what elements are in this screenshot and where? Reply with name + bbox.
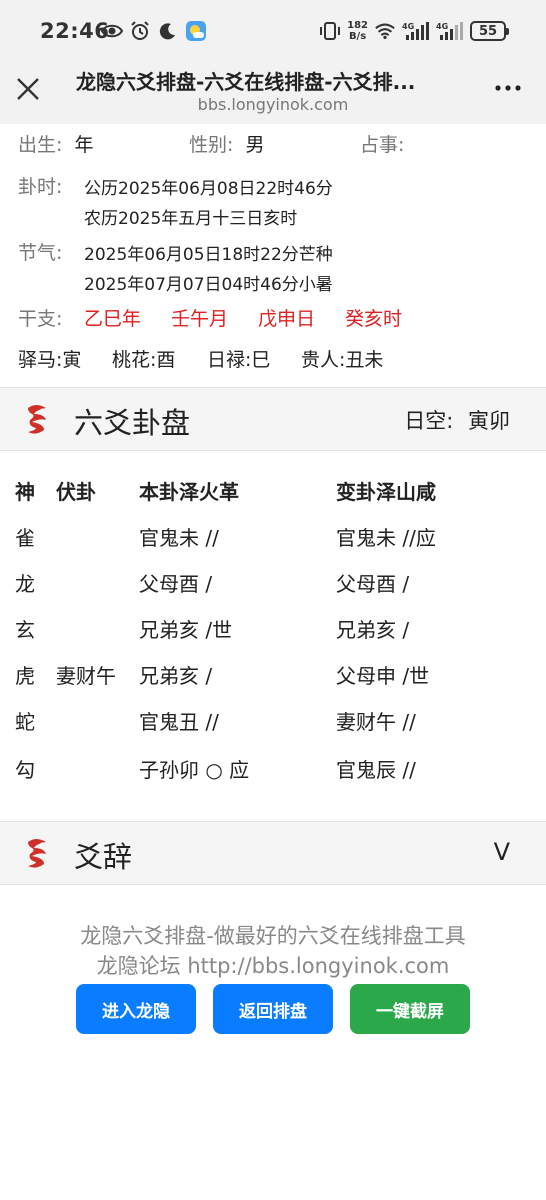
status-time: 22:46 (40, 19, 110, 43)
footer-site: 龙隐论坛 http://bbs.longyinok.com (96, 954, 450, 978)
cell-bengua: 子孙卯 ○ 应 (139, 758, 250, 782)
section-gua-header: 六爻卦盘 日空: 寅卯 (0, 387, 546, 451)
shensha-yima: 驿马:寅 (18, 349, 82, 371)
network-speed: 182 B/s (347, 20, 368, 42)
header-biangua: 变卦泽山咸 (336, 480, 436, 504)
table-row: 玄 兄弟亥 /世 兄弟亥 / (0, 614, 546, 660)
page-url: bbs.longyinok.com (197, 95, 349, 114)
matter-label: 占事: (360, 134, 405, 156)
ganzhi-hour: 癸亥时 (345, 308, 403, 330)
cell-biangua: 兄弟亥 / (336, 618, 410, 642)
dragon-logo-icon (22, 402, 52, 438)
net-speed-value: 182 (347, 20, 368, 31)
cell-bengua: 兄弟亥 /世 (139, 618, 233, 642)
birth-row: 出生: 年 (18, 130, 93, 157)
status-bar: 22:46 182 B/s 4G 4G 55 (0, 0, 546, 62)
cell-bengua: 父母酉 / (139, 572, 213, 596)
signal-4g-icon: 4G (436, 20, 464, 42)
wifi-icon (374, 20, 396, 42)
table-row: 龙 父母酉 / 父母酉 / (0, 568, 546, 614)
status-icons-left (101, 20, 207, 42)
cell-shen: 玄 (15, 618, 35, 642)
weather-app-icon (185, 20, 207, 42)
more-button[interactable] (494, 78, 522, 98)
footer-slogan: 龙隐六爻排盘-做最好的六爻在线排盘工具 (80, 924, 466, 948)
eye-icon (101, 20, 123, 42)
table-header: 神 伏卦 本卦泽火革 变卦泽山咸 (0, 476, 546, 522)
table-row: 勾 子孙卯 ○ 应 官鬼辰 // (0, 754, 546, 800)
jieqi-2: 2025年07月07日04时46分小暑 (84, 275, 333, 295)
header-shen: 神 (15, 480, 35, 504)
ganzhi-year: 乙巳年 (84, 308, 142, 330)
cell-fugua: 妻财午 (56, 664, 116, 688)
signal-4g-icon: 4G (402, 20, 430, 42)
section-yaoci-title: 爻辞 (74, 840, 133, 874)
cell-shen: 虎 (15, 664, 35, 688)
gua-time-solar: 公历2025年06月08日22时46分 (84, 179, 333, 199)
browser-toolbar: 龙隐六爻排盘-六爻在线排盘-六爻排... bbs.longyinok.com (0, 62, 546, 124)
gender-value: 男 (245, 134, 265, 156)
back-to-paipan-button[interactable]: 返回排盘 (213, 984, 333, 1034)
rikong: 日空: 寅卯 (404, 405, 510, 435)
gua-time-lunar: 农历2025年五月十三日亥时 (84, 209, 298, 229)
cell-shen: 龙 (15, 572, 35, 596)
moon-icon (157, 20, 179, 42)
gua-time-label: 卦时: (18, 176, 63, 198)
ganzhi-month: 壬午月 (171, 308, 229, 330)
birth-label: 出生: (18, 134, 63, 156)
page-title: 龙隐六爻排盘-六爻在线排盘-六爻排... (76, 70, 416, 94)
section-gua-title: 六爻卦盘 (74, 406, 191, 440)
svg-text:4G: 4G (436, 22, 448, 31)
net-speed-unit: B/s (348, 31, 367, 42)
matter-row: 占事: (360, 130, 404, 157)
battery-indicator: 55 (470, 21, 509, 41)
shensha-guiren: 贵人:丑未 (301, 349, 384, 371)
cell-shen: 勾 (15, 758, 35, 782)
birth-value: 年 (74, 134, 94, 156)
ganzhi-day: 戊申日 (258, 308, 316, 330)
cell-biangua: 父母申 /世 (336, 664, 430, 688)
cell-biangua: 官鬼辰 // (336, 758, 416, 782)
dragon-logo-icon (22, 836, 52, 872)
chevron-down-icon[interactable]: V (494, 838, 510, 866)
cell-biangua: 父母酉 / (336, 572, 410, 596)
table-row: 蛇 官鬼丑 // 妻财午 // (0, 706, 546, 752)
jieqi-label: 节气: (18, 242, 63, 264)
ganzhi-label: 干支: (18, 308, 63, 330)
table-row: 虎 妻财午 兄弟亥 / 父母申 /世 (0, 660, 546, 706)
header-bengua: 本卦泽火革 (139, 480, 239, 504)
table-row: 雀 官鬼未 // 官鬼未 //应 (0, 522, 546, 568)
status-icons-right: 182 B/s 4G 4G 55 (319, 20, 509, 42)
cell-biangua: 官鬼未 //应 (336, 526, 436, 550)
cell-biangua: 妻财午 // (336, 710, 416, 734)
screenshot-button[interactable]: 一键截屏 (350, 984, 470, 1034)
vibrate-icon (319, 20, 341, 42)
section-yaoci-header[interactable]: 爻辞 V (0, 821, 546, 885)
svg-text:4G: 4G (402, 22, 414, 31)
rikong-value: 寅卯 (468, 409, 510, 433)
cell-bengua: 官鬼未 // (139, 526, 219, 550)
cell-bengua: 兄弟亥 / (139, 664, 213, 688)
jieqi-1: 2025年06月05日18时22分芒种 (84, 245, 333, 265)
enter-longyin-button[interactable]: 进入龙隐 (76, 984, 196, 1034)
gender-row: 性别: 男 (189, 130, 264, 157)
cell-bengua: 官鬼丑 // (139, 710, 219, 734)
alarm-icon (129, 20, 151, 42)
shensha-rilu: 日禄:巳 (207, 349, 271, 371)
shensha-taohua: 桃花:酉 (112, 349, 176, 371)
cell-shen: 蛇 (15, 710, 35, 734)
more-dots-icon[interactable] (494, 78, 522, 98)
rikong-label: 日空: (404, 409, 454, 433)
cell-shen: 雀 (15, 526, 35, 550)
header-fugua: 伏卦 (56, 480, 96, 504)
gender-label: 性别: (189, 134, 234, 156)
